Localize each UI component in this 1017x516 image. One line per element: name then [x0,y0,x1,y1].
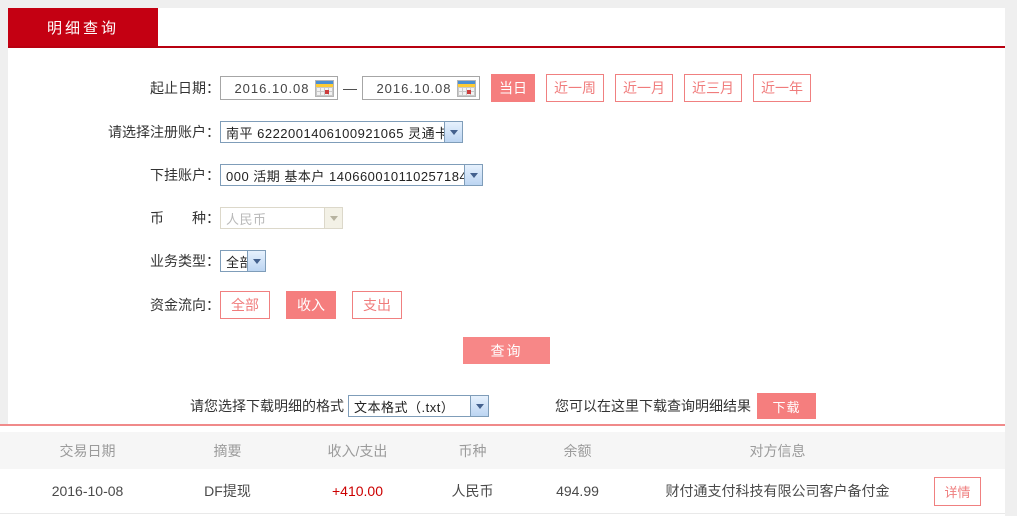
sub-account-value: 000 活期 基本户 1406600101102571848 [221,166,464,185]
download-row: 请您选择下载明细的格式 文本格式（.txt） 您可以在这里下载查询明细结果 下载 [8,393,1005,419]
header-balance: 余额 [510,441,645,461]
register-account-select[interactable]: 南平 6222001406100921065 灵通卡 [220,121,463,143]
fund-flow-label: 资金流向： [8,295,220,315]
quick-range-today-button[interactable]: 当日 [491,74,535,102]
query-button[interactable]: 查询 [463,337,550,364]
header-trade-date: 交易日期 [0,441,175,461]
cell-summary: DF提现 [175,481,280,501]
date-range-separator: — [343,80,357,96]
quick-range-year-button[interactable]: 近一年 [753,74,811,102]
fund-flow-all-button[interactable]: 全部 [220,291,270,319]
fund-flow-row: 资金流向： 全部 收入 支出 [8,291,1005,319]
download-hint: 您可以在这里下载查询明细结果 [555,396,751,416]
download-format-value: 文本格式（.txt） [349,397,470,416]
download-format-label: 请您选择下载明细的格式 [190,396,344,416]
chevron-down-icon[interactable] [464,165,482,185]
table-header-row: 交易日期 摘要 收入/支出 币种 余额 对方信息 [0,432,1005,469]
quick-range-week-button[interactable]: 近一周 [546,74,604,102]
currency-row: 币 种： 人民币 [8,205,1005,231]
business-type-row: 业务类型： 全部 [8,248,1005,274]
calendar-icon-grid [316,87,333,96]
currency-value: 人民币 [221,209,324,228]
business-type-select[interactable]: 全部 [220,250,266,272]
date-to-input[interactable]: 2016.10.08 [362,76,480,100]
date-range-label: 起止日期： [8,78,220,98]
result-table: 交易日期 摘要 收入/支出 币种 余额 对方信息 2016-10-08 DF提现… [0,424,1005,516]
calendar-icon[interactable] [457,80,476,97]
calendar-icon[interactable] [315,80,334,97]
currency-select: 人民币 [220,207,343,229]
tab-detail-query[interactable]: 明细查询 [8,8,158,46]
tab-bar: 明细查询 [8,8,1005,48]
chevron-down-icon [324,208,342,228]
sub-account-row: 下挂账户： 000 活期 基本户 1406600101102571848 [8,162,1005,188]
cell-trade-date: 2016-10-08 [0,483,175,499]
sub-account-select[interactable]: 000 活期 基本户 1406600101102571848 [220,164,483,186]
detail-button[interactable]: 详情 [934,477,980,506]
main-panel: 明细查询 起止日期： 2016.10.08 — 2016.10.08 [8,8,1005,424]
download-format-select[interactable]: 文本格式（.txt） [348,395,489,417]
date-range-row: 起止日期： 2016.10.08 — 2016.10.08 当日 近一周 [8,74,1005,102]
fund-flow-expense-button[interactable]: 支出 [352,291,402,319]
header-currency: 币种 [435,441,510,461]
register-account-row: 请选择注册账户： 南平 6222001406100921065 灵通卡 [8,119,1005,145]
date-to-value: 2016.10.08 [371,81,457,96]
fund-flow-income-button[interactable]: 收入 [286,291,336,319]
chevron-down-icon[interactable] [444,122,462,142]
calendar-icon-grid [458,87,475,96]
date-from-input[interactable]: 2016.10.08 [220,76,338,100]
chevron-down-icon[interactable] [470,396,488,416]
business-type-label: 业务类型： [8,251,220,271]
cell-amount: +410.00 [280,483,435,499]
quick-range-month-button[interactable]: 近一月 [615,74,673,102]
header-income-expense: 收入/支出 [280,441,435,461]
cell-action: 详情 [910,477,1005,506]
header-counterparty: 对方信息 [645,441,910,461]
cell-counterparty: 财付通支付科技有限公司客户备付金 [645,481,910,501]
chevron-down-icon[interactable] [247,251,265,271]
cell-balance: 494.99 [510,483,645,499]
register-account-label: 请选择注册账户： [8,122,220,142]
query-form: 起止日期： 2016.10.08 — 2016.10.08 当日 近一周 [8,48,1005,419]
header-summary: 摘要 [175,441,280,461]
business-type-value: 全部 [221,252,247,271]
quick-range-quarter-button[interactable]: 近三月 [684,74,742,102]
register-account-value: 南平 6222001406100921065 灵通卡 [221,123,444,142]
currency-label: 币 种： [8,208,220,228]
date-from-value: 2016.10.08 [229,81,315,96]
query-row: 查询 [8,337,1005,364]
download-button[interactable]: 下载 [757,393,816,419]
sub-account-label: 下挂账户： [8,165,220,185]
table-row: 2016-10-08 DF提现 +410.00 人民币 494.99 财付通支付… [0,469,1005,514]
cell-currency: 人民币 [435,481,510,501]
